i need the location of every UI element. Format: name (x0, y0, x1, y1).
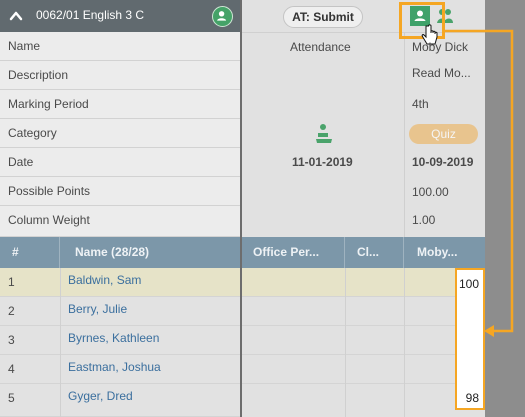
property-row-column-weight: Column Weight (0, 206, 240, 237)
column-header-cl[interactable]: Cl... (345, 237, 404, 268)
student-row[interactable]: 1 Baldwin, Sam (0, 268, 240, 297)
class-header: 0062/01 English 3 C (0, 0, 240, 32)
row-number: 1 (8, 275, 15, 289)
column-divider (60, 268, 61, 417)
chevron-up-icon[interactable] (9, 9, 23, 23)
student-name-link[interactable]: Byrnes, Kathleen (68, 331, 159, 345)
student-row[interactable]: 2 Berry, Julie (0, 297, 240, 326)
property-label: Marking Period (8, 97, 89, 111)
class-title: 0062/01 English 3 C (36, 8, 145, 22)
row-number: 4 (8, 362, 15, 376)
property-row-marking-period: Marking Period (0, 90, 240, 119)
column-divider (345, 268, 346, 417)
score-value: 98 (465, 391, 479, 405)
property-row-possible-points: Possible Points (0, 177, 240, 206)
student-name-link[interactable]: Eastman, Joshua (68, 360, 161, 374)
user-icon[interactable] (212, 6, 233, 27)
property-label: Column Weight (8, 213, 90, 227)
row-number: 2 (8, 304, 15, 318)
grade-row (242, 355, 485, 384)
property-row-date: Date (0, 148, 240, 177)
annotation-arrow (445, 29, 514, 337)
property-row-description: Description (0, 61, 240, 90)
student-row[interactable]: 4 Eastman, Joshua (0, 355, 240, 384)
row-number: 5 (8, 391, 15, 405)
column-header-label: Office Per... (253, 245, 320, 259)
property-label: Possible Points (8, 184, 91, 198)
score-input[interactable]: 98 (455, 384, 485, 410)
column-divider (404, 268, 405, 417)
column-header-label: # (12, 245, 19, 259)
column-header-label: Name (28/28) (75, 245, 150, 259)
column-divider (404, 32, 405, 237)
property-row-name: Name (0, 32, 240, 61)
attendance-submit-button[interactable]: AT: Submit (283, 6, 363, 28)
property-label: Name (8, 39, 41, 53)
attendance-name: Attendance (290, 40, 351, 54)
attendance-date: 11-01-2019 (292, 155, 353, 169)
assignment-marking-period: 4th (412, 97, 429, 111)
student-name-link[interactable]: Baldwin, Sam (68, 273, 141, 287)
property-label: Category (8, 126, 57, 140)
student-row[interactable]: 3 Byrnes, Kathleen (0, 326, 240, 355)
property-row-category: Category (0, 119, 240, 148)
column-header-label: Cl... (357, 245, 380, 259)
score-input[interactable] (455, 355, 485, 384)
column-header-name[interactable]: Name (28/28) (60, 237, 240, 268)
row-number: 3 (8, 333, 15, 347)
column-header-number[interactable]: # (0, 237, 60, 268)
student-name-link[interactable]: Berry, Julie (68, 302, 127, 316)
column-header-office[interactable]: Office Per... (242, 237, 345, 268)
student-name-link[interactable]: Gyger, Dred (68, 389, 133, 403)
column-weight-value: 1.00 (412, 213, 436, 227)
property-label: Description (8, 68, 69, 82)
attendance-icon (316, 124, 332, 143)
property-label: Date (8, 155, 34, 169)
student-row[interactable]: 5 Gyger, Dred (0, 384, 240, 417)
